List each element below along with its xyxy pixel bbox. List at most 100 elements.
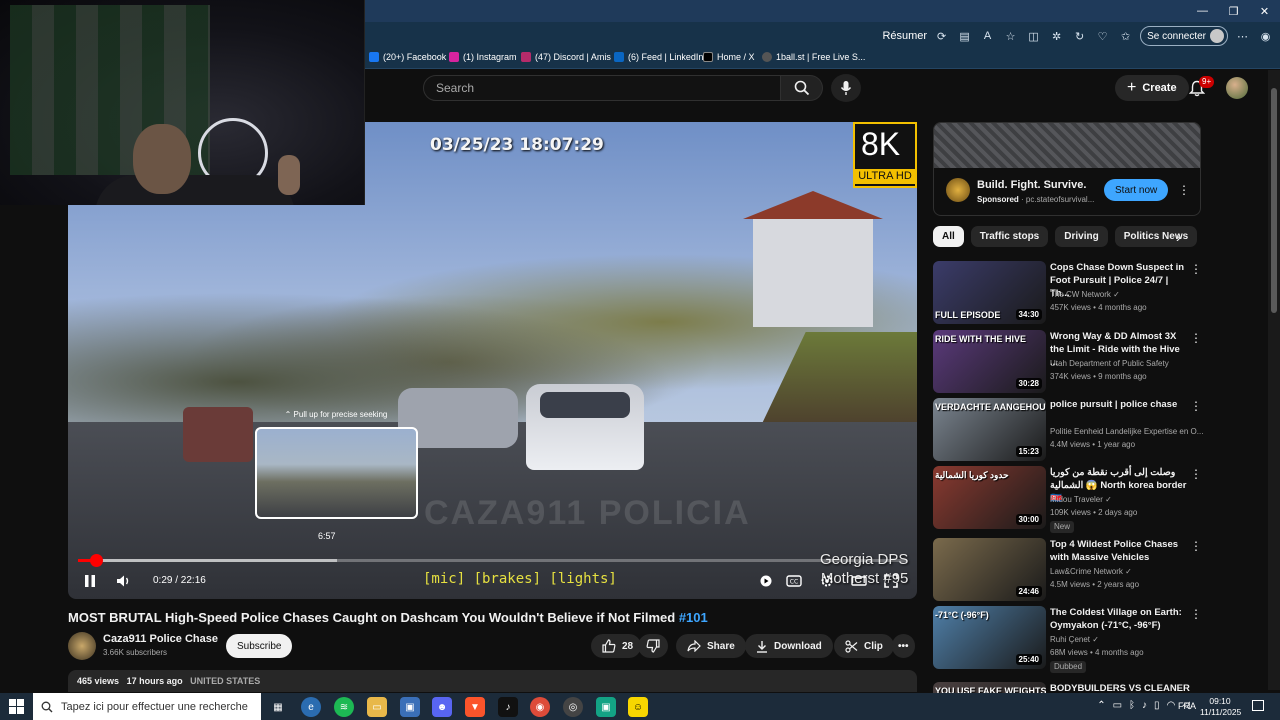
settings-button[interactable] (816, 569, 838, 593)
sponsored-ad-card[interactable]: Build. Fight. Survive. Sponsored · pc.st… (933, 122, 1201, 216)
extensions-icon[interactable]: ✲ (1048, 28, 1065, 45)
refresh-icon[interactable]: ↻ (1071, 28, 1088, 45)
spotify-icon[interactable]: ≋ (334, 697, 354, 717)
more-vertical-icon[interactable]: ⋮ (1190, 400, 1202, 412)
more-menu-icon[interactable]: ⋯ (1234, 28, 1251, 45)
autoplay-toggle[interactable] (755, 569, 777, 593)
split-screen-icon[interactable]: ◫ (1025, 28, 1042, 45)
bookmark-discord[interactable]: (47) Discord | Amis (521, 52, 611, 62)
favorite-star-icon[interactable]: ☆ (1002, 28, 1019, 45)
restore-button[interactable]: ❐ (1218, 0, 1249, 22)
channel-avatar[interactable] (68, 632, 96, 660)
taskbar-search-input[interactable]: Tapez ici pour effectuer une recherche (33, 693, 261, 720)
ad-start-now-button[interactable]: Start now (1104, 179, 1169, 201)
input-language[interactable]: FRA (1178, 701, 1196, 711)
subtitles-button[interactable]: CC (783, 569, 805, 593)
bookmark-instagram[interactable]: (1) Instagram (449, 52, 517, 62)
recommendation-channel[interactable]: The CW Network ✓ (1050, 290, 1120, 299)
voice-search-button[interactable] (831, 74, 861, 102)
store-icon[interactable]: ▣ (400, 697, 420, 717)
recommendation-thumbnail[interactable]: حدود كوريا الشمالية 30:00 (933, 466, 1046, 529)
more-actions-button[interactable]: ••• (892, 634, 915, 658)
more-vertical-icon[interactable]: ⋮ (1190, 540, 1202, 552)
task-view-icon[interactable]: ▦ (268, 697, 288, 717)
volume-button[interactable] (112, 569, 136, 593)
channel-name[interactable]: Caza911 Police Chase (103, 633, 218, 645)
more-vertical-icon[interactable]: ⋮ (1190, 608, 1202, 620)
account-avatar[interactable] (1226, 77, 1248, 99)
chevron-up-icon[interactable]: ⌃ (1097, 700, 1105, 711)
minimize-button[interactable]: — (1187, 0, 1218, 22)
file-explorer-icon[interactable]: ▭ (367, 697, 387, 717)
windows-start-icon[interactable] (9, 699, 24, 714)
bookmark-1ball[interactable]: 1ball.st | Free Live S... (762, 52, 865, 62)
close-window-button[interactable]: ✕ (1249, 0, 1280, 22)
tiktok-icon[interactable]: ♪ (498, 697, 518, 717)
mic-tray-icon[interactable]: ♪ (1142, 700, 1147, 711)
recommendation-title[interactable]: Top 4 Wildest Police Chases with Massive… (1050, 538, 1190, 564)
resume-button[interactable]: Résumer (882, 30, 927, 42)
wifi-icon[interactable]: ◠ (1167, 700, 1176, 711)
chrome-icon[interactable]: ◉ (530, 697, 550, 717)
description-box[interactable]: 465 views 17 hours ago UNITED STATES (68, 670, 917, 692)
video-hashtag[interactable]: #101 (679, 610, 708, 625)
recommendation-thumbnail[interactable]: RIDE WITH THE HIVE 30:28 (933, 330, 1046, 393)
recommendation-title[interactable]: police pursuit | police chase (1050, 398, 1190, 411)
chip-all[interactable]: All (933, 226, 964, 247)
network-icon[interactable]: ▭ (1113, 700, 1122, 711)
download-button[interactable]: Download (745, 634, 833, 658)
bookmark-linkedin[interactable]: (6) Feed | LinkedIn (614, 52, 703, 62)
recommendation-thumbnail[interactable]: FULL EPISODE 34:30 (933, 261, 1046, 324)
recommendation-channel[interactable]: Utah Department of Public Safety (1050, 359, 1169, 368)
snapchat-icon[interactable]: ☺ (628, 697, 648, 717)
more-vertical-icon[interactable]: ⋮ (1190, 468, 1202, 480)
bookmark-facebook[interactable]: (20+) Facebook (369, 52, 446, 62)
share-button[interactable]: Share (676, 634, 746, 658)
recommendation-item[interactable]: FULL EPISODE 34:30 Cops Chase Down Suspect… (933, 261, 1203, 325)
more-vertical-icon[interactable]: ⋮ (1190, 263, 1202, 275)
subscribe-button[interactable]: Subscribe (226, 634, 293, 658)
browser-essentials-icon[interactable]: ♡ (1094, 28, 1111, 45)
brave-icon[interactable]: ▼ (465, 697, 485, 717)
recommendation-item[interactable]: حدود كوريا الشمالية 30:00 وصلت إلى أقرب نق… (933, 466, 1203, 533)
clip-button[interactable]: Clip (834, 634, 894, 658)
recommendation-title[interactable]: The Coldest Village on Earth: Oymyakon (… (1050, 606, 1190, 632)
discord-app-icon[interactable]: ☻ (432, 697, 452, 717)
create-button[interactable]: + Create (1115, 75, 1189, 101)
chip-traffic-stops[interactable]: Traffic stops (970, 226, 1049, 247)
search-button[interactable] (781, 75, 823, 101)
sign-in-button[interactable]: Se connecter (1140, 26, 1228, 46)
notification-center-icon[interactable] (1252, 700, 1264, 711)
reader-icon[interactable]: ▤ (956, 28, 973, 45)
recommendation-channel[interactable]: Ruhi Çenet ✓ (1050, 635, 1099, 644)
recommendation-thumbnail[interactable]: VERDACHTE AANGEHOUDEN 15:23 (933, 398, 1046, 461)
recommendation-thumbnail[interactable]: -71°C (-96°F) 25:40 (933, 606, 1046, 669)
more-vertical-icon[interactable]: ⋮ (1190, 332, 1202, 344)
edge-icon[interactable]: e (301, 697, 321, 717)
recommendation-item[interactable]: -71°C (-96°F) 25:40 The Coldest Village on… (933, 606, 1203, 673)
chip-politics-news[interactable]: Politics News (1114, 226, 1198, 247)
pause-button[interactable] (78, 569, 102, 593)
dislike-button[interactable] (638, 634, 668, 658)
translate-icon[interactable]: ⟳ (933, 28, 950, 45)
recommendation-channel[interactable]: Midou Traveler ✓ (1050, 495, 1112, 504)
bluetooth-icon[interactable]: ᛒ (1129, 700, 1135, 711)
battery-icon[interactable]: ▯ (1154, 700, 1160, 711)
chip-driving[interactable]: Driving (1055, 226, 1108, 247)
scrubber-handle[interactable] (90, 554, 103, 567)
taskbar-clock[interactable]: 09:10 11/11/2025 (1200, 696, 1241, 718)
chevron-right-icon[interactable]: › (1176, 229, 1181, 245)
recommendation-channel[interactable]: Politie Eenheid Landelijke Expertise en … (1050, 427, 1203, 436)
search-input[interactable]: Search (423, 75, 781, 101)
recommendation-item[interactable]: 24:46 Top 4 Wildest Police Chases with Ma… (933, 538, 1203, 602)
favorites-icon[interactable]: ✩ (1117, 28, 1134, 45)
obs-icon[interactable]: ▣ (596, 697, 616, 717)
recommendation-item[interactable]: VERDACHTE AANGEHOUDEN 15:23 police pursuit… (933, 398, 1203, 462)
recommendation-item[interactable]: RIDE WITH THE HIVE 30:28 Wrong Way & DD Al… (933, 330, 1203, 394)
steam-icon[interactable]: ◎ (563, 697, 583, 717)
copilot-icon[interactable]: ◉ (1257, 28, 1274, 45)
fullscreen-button[interactable] (880, 569, 902, 593)
theater-mode-button[interactable] (848, 569, 870, 593)
ad-more-icon[interactable]: ⋮ (1178, 184, 1190, 196)
bookmark-x[interactable]: Home / X (703, 52, 755, 62)
